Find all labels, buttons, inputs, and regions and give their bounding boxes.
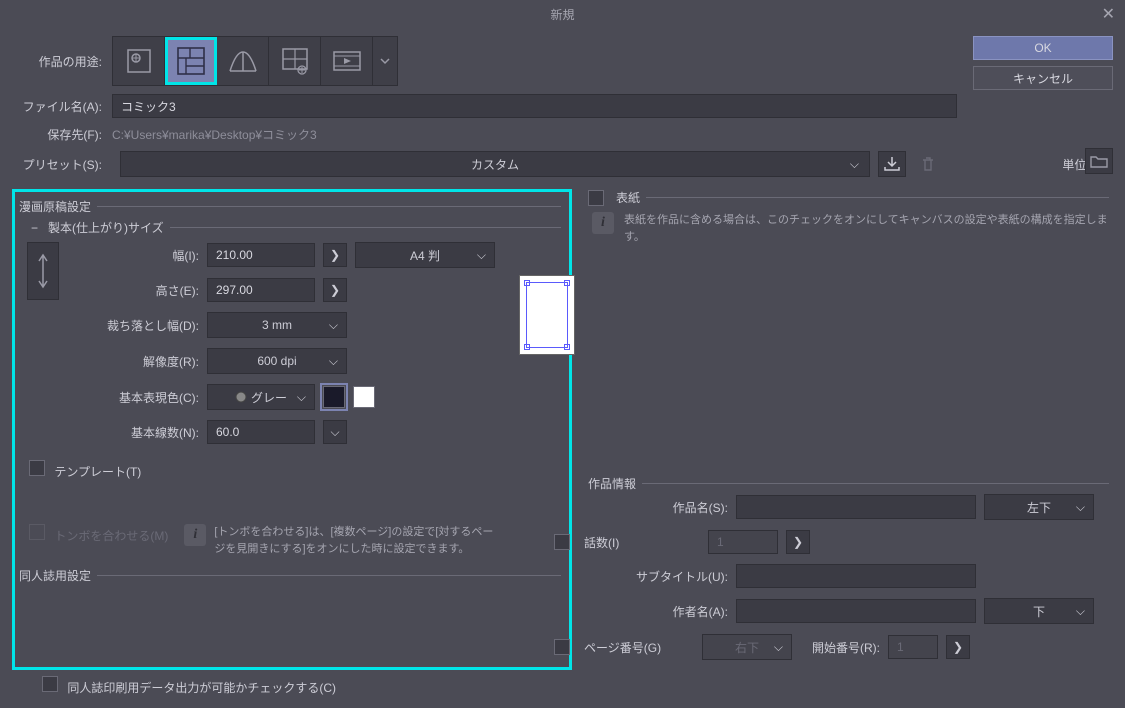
window-title: 新規: [550, 6, 574, 23]
height-input[interactable]: 297.00: [207, 278, 315, 302]
resolution-select[interactable]: 600 dpi ⌵: [207, 348, 347, 374]
cancel-button[interactable]: キャンセル: [973, 66, 1113, 90]
preset-value: カスタム: [471, 156, 519, 173]
preset-save-icon[interactable]: [878, 151, 906, 177]
workname-input[interactable]: [736, 495, 976, 519]
purpose-label: 作品の用途:: [12, 53, 112, 70]
manga-group-title: 漫画原稿設定: [19, 198, 91, 215]
workinfo-title: 作品情報: [588, 475, 636, 492]
chevron-down-icon: ⌵: [774, 640, 783, 655]
doujin-group-title: 同人誌用設定: [19, 567, 91, 584]
lines-dropdown-icon[interactable]: ⌵: [323, 420, 347, 444]
bleed-label: 裁ち落とし幅(D):: [69, 317, 199, 334]
purpose-print-icon[interactable]: [269, 37, 321, 85]
width-step-icon[interactable]: ❯: [323, 243, 347, 267]
chevron-down-icon: ⌵: [329, 318, 338, 333]
episode-label: 話数(I): [584, 534, 640, 551]
chevron-down-icon: ⌵: [1076, 604, 1085, 619]
basecolor-value: グレー: [251, 389, 287, 406]
cover-checkbox[interactable]: [588, 190, 604, 206]
tombo-info: [トンボを合わせる]は、[複数ページ]の設定で[対するページを見開きにする]をオ…: [214, 524, 494, 557]
chevron-down-icon: ⌵: [850, 157, 859, 172]
startnum-value: 1: [897, 640, 904, 654]
info-icon: i: [184, 524, 206, 546]
startnum-input[interactable]: 1: [888, 635, 938, 659]
author-pos-value: 下: [1033, 603, 1045, 620]
startnum-label: 開始番号(R):: [812, 639, 880, 656]
saveto-label: 保存先(F):: [12, 126, 112, 143]
width-input[interactable]: 210.00: [207, 243, 315, 267]
close-icon[interactable]: ✕: [1102, 4, 1115, 24]
episode-step-icon[interactable]: ❯: [786, 530, 810, 554]
height-step-icon[interactable]: ❯: [323, 278, 347, 302]
basecolor-label: 基本表現色(C):: [69, 389, 199, 406]
preset-label: プリセット(S):: [12, 156, 112, 173]
workname-label: 作品名(S):: [588, 499, 728, 516]
binding-title: 製本(仕上がり)サイズ: [48, 219, 164, 236]
tombo-checkbox: [29, 524, 45, 540]
gray-icon: [235, 391, 247, 403]
lines-input[interactable]: 60.0: [207, 420, 315, 444]
page-preview: [519, 275, 575, 355]
purpose-webtoon-icon[interactable]: [217, 37, 269, 85]
workname-pos-select[interactable]: 左下 ⌵: [984, 494, 1094, 520]
chevron-down-icon: ⌵: [329, 354, 338, 369]
saveto-path: C:¥Users¥marika¥Desktop¥コミック3: [112, 126, 317, 143]
doujin-check-label: 同人誌印刷用データ出力が可能かチェックする(C): [67, 681, 336, 695]
swatch-black[interactable]: [323, 386, 345, 408]
purpose-toolbar: [112, 36, 398, 86]
subtitle-input[interactable]: [736, 564, 976, 588]
startnum-step-icon[interactable]: ❯: [946, 635, 970, 659]
chevron-down-icon: ⌵: [477, 248, 486, 263]
cover-info-text: 表紙を作品に含める場合は、このチェックをオンにしてキャンバスの設定や表紙の構成を…: [624, 212, 1109, 245]
pagenum-pos-select[interactable]: 右下 ⌵: [702, 634, 792, 660]
author-input[interactable]: [736, 599, 976, 623]
author-label: 作者名(A):: [588, 603, 728, 620]
chevron-down-icon: ⌵: [297, 390, 306, 405]
purpose-more-icon[interactable]: [373, 37, 397, 85]
workname-pos-value: 左下: [1027, 499, 1051, 516]
cover-title: 表紙: [616, 189, 640, 206]
purpose-comic-icon[interactable]: [165, 37, 217, 85]
purpose-illustration-icon[interactable]: [113, 37, 165, 85]
bleed-select[interactable]: 3 mm ⌵: [207, 312, 347, 338]
filename-label: ファイル名(A):: [12, 98, 112, 115]
swatch-white[interactable]: [353, 386, 375, 408]
lines-label: 基本線数(N):: [69, 424, 199, 441]
episode-checkbox[interactable]: [554, 534, 570, 550]
page-size-value: A4 判: [410, 247, 440, 264]
template-label: テンプレート(T): [54, 465, 141, 479]
filename-input[interactable]: コミック3: [112, 94, 957, 118]
info-icon: i: [592, 212, 614, 234]
doujin-check-checkbox[interactable]: [42, 676, 58, 692]
pagenum-checkbox[interactable]: [554, 639, 570, 655]
subtitle-label: サブタイトル(U):: [588, 568, 728, 585]
resolution-value: 600 dpi: [257, 354, 296, 368]
page-size-select[interactable]: A4 判 ⌵: [355, 242, 495, 268]
template-checkbox[interactable]: [29, 460, 45, 476]
chevron-down-icon: ⌵: [1076, 500, 1085, 515]
episode-input[interactable]: 1: [708, 530, 778, 554]
tombo-label: トンボを合わせる(M): [54, 529, 168, 543]
preset-select[interactable]: カスタム ⌵: [120, 151, 870, 177]
preset-delete-icon[interactable]: [914, 151, 942, 177]
pagenum-label: ページ番号(G): [584, 639, 694, 656]
orientation-button[interactable]: [27, 242, 59, 300]
ok-button[interactable]: OK: [973, 36, 1113, 60]
pagenum-pos-value: 右下: [735, 639, 759, 656]
bleed-value: 3 mm: [262, 318, 292, 332]
height-label: 高さ(E):: [69, 282, 199, 299]
basecolor-select[interactable]: グレー ⌵: [207, 384, 315, 410]
resolution-label: 解像度(R):: [69, 353, 199, 370]
folder-browse-icon[interactable]: [1085, 148, 1113, 174]
author-pos-select[interactable]: 下 ⌵: [984, 598, 1094, 624]
width-label: 幅(I):: [69, 247, 199, 264]
purpose-animation-icon[interactable]: [321, 37, 373, 85]
